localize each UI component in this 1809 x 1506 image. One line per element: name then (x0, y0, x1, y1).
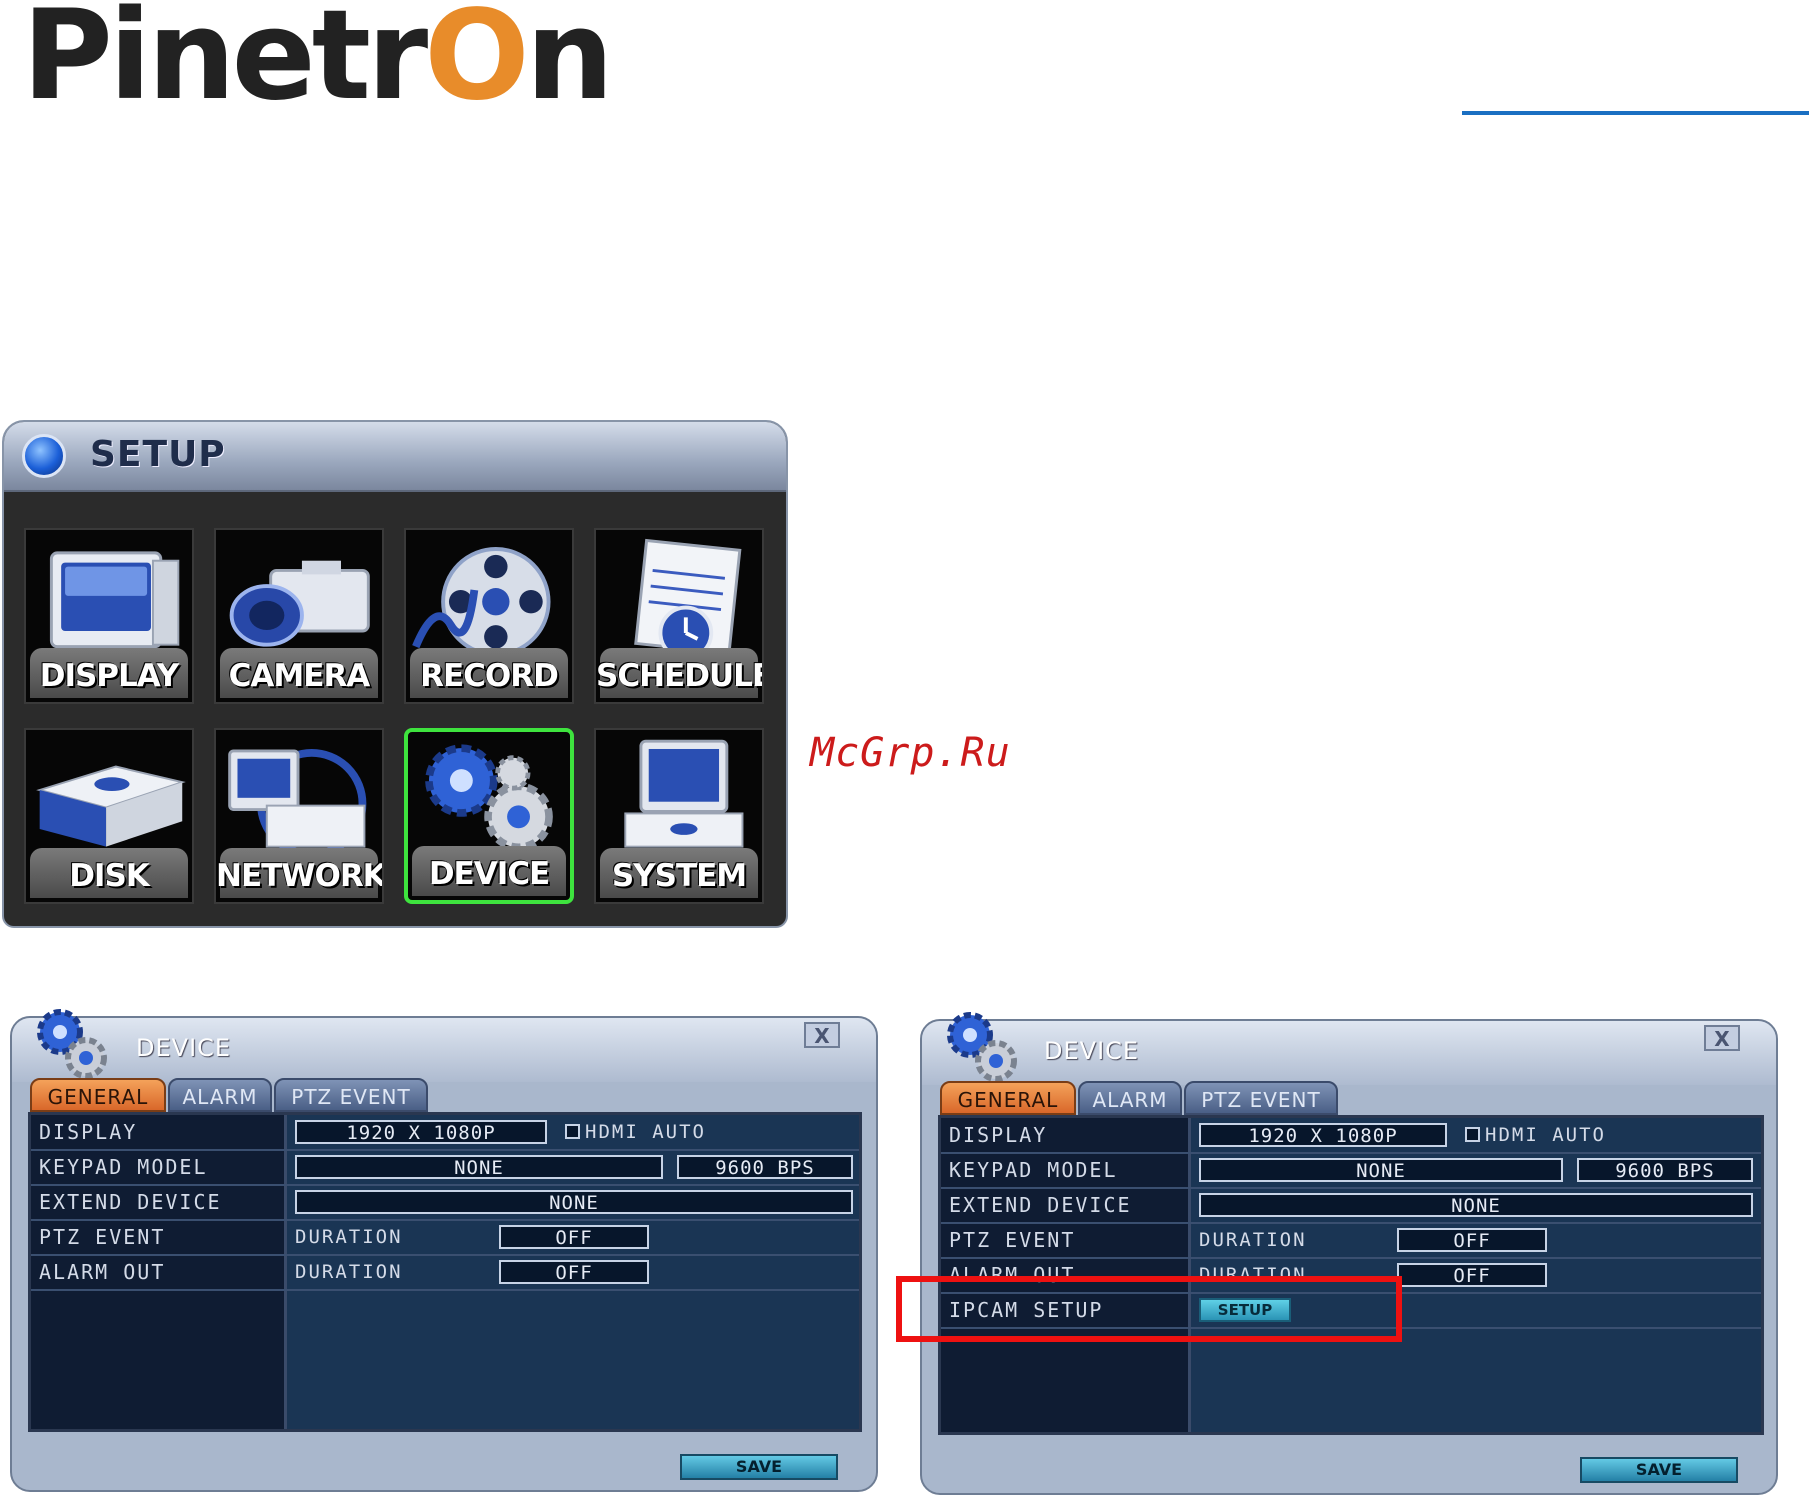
pinetron-logo: PinetrOn (22, 0, 614, 128)
device-general-panel: DISPLAY 1920 X 1080P HDMI AUTO KEYPAD MO… (28, 1112, 862, 1432)
device-general-panel: DISPLAY 1920 X 1080P HDMI AUTO KEYPAD MO… (938, 1115, 1764, 1435)
setup-tile-record[interactable]: RECORD (404, 528, 574, 704)
extend-device-select[interactable]: NONE (295, 1190, 853, 1214)
gears-icon (425, 744, 553, 852)
tab-ptz-event[interactable]: PTZ EVENT (274, 1078, 428, 1112)
ptz-event-label: PTZ EVENT (39, 1225, 166, 1249)
tab-alarm[interactable]: ALARM (1078, 1081, 1182, 1115)
extend-device-label: EXTEND DEVICE (39, 1190, 222, 1214)
setup-tile-label: SCHEDULE (596, 658, 764, 694)
hdmi-auto-checkbox[interactable] (565, 1124, 580, 1139)
hdmi-auto-checkbox[interactable] (1465, 1127, 1480, 1142)
setup-tile-display[interactable]: DISPLAY (24, 528, 194, 704)
ptz-duration-label: DURATION (1199, 1229, 1307, 1251)
save-button[interactable]: SAVE (1580, 1457, 1738, 1483)
ipcam-setup-highlight (896, 1276, 1402, 1342)
hard-disk-icon (36, 765, 186, 847)
save-button[interactable]: SAVE (680, 1454, 838, 1480)
ptz-event-label: PTZ EVENT (949, 1228, 1076, 1252)
film-reel-icon (412, 547, 551, 650)
device-title: DEVICE (136, 1034, 232, 1062)
setup-tile-label: DISPLAY (39, 658, 180, 694)
display-label: DISPLAY (39, 1120, 138, 1144)
setup-tile-network[interactable]: NETWORK (214, 728, 384, 904)
display-resolution-select[interactable]: 1920 X 1080P (1199, 1123, 1447, 1147)
setup-tile-label: RECORD (420, 658, 559, 694)
setup-tile-schedule[interactable]: SCHEDULE (594, 528, 764, 704)
setup-tile-camera[interactable]: CAMERA (214, 528, 384, 704)
tab-ptz-event[interactable]: PTZ EVENT (1184, 1081, 1338, 1115)
ptz-duration-select[interactable]: OFF (1397, 1228, 1547, 1252)
device-window-right: DEVICE X GENERAL ALARM PTZ EVENT DISPLAY… (920, 1012, 1778, 1495)
device-title: DEVICE (1044, 1037, 1140, 1065)
close-button[interactable]: X (804, 1022, 840, 1048)
alarm-duration-label: DURATION (295, 1261, 403, 1283)
extend-device-label: EXTEND DEVICE (949, 1193, 1132, 1217)
display-label: DISPLAY (949, 1123, 1048, 1147)
tab-general[interactable]: GENERAL (940, 1081, 1076, 1115)
setup-tile-label: DEVICE (428, 856, 550, 892)
display-resolution-select[interactable]: 1920 X 1080P (295, 1120, 547, 1144)
alarm-duration-select[interactable]: OFF (1397, 1263, 1547, 1287)
ptz-duration-select[interactable]: OFF (499, 1225, 649, 1249)
setup-tile-label: SYSTEM (611, 858, 747, 894)
hdmi-auto-label: HDMI AUTO (1485, 1124, 1606, 1146)
tab-alarm[interactable]: ALARM (168, 1078, 272, 1112)
gears-icon (947, 1012, 1017, 1082)
computer-icon (624, 739, 744, 848)
hdmi-auto-label: HDMI AUTO (585, 1121, 706, 1143)
ptz-duration-label: DURATION (295, 1226, 403, 1248)
extend-device-select[interactable]: NONE (1199, 1193, 1753, 1217)
setup-tile-label: DISK (69, 858, 150, 894)
alarm-out-label: ALARM OUT (39, 1260, 166, 1284)
setup-window: SETUP DISPLAY CAMERA RECORD SCHEDULE DIS… (2, 420, 788, 928)
tab-general[interactable]: GENERAL (30, 1078, 166, 1112)
header-rule (1462, 111, 1809, 115)
camera-icon (229, 560, 370, 647)
calendar-clock-icon (634, 538, 742, 650)
keypad-baud-select[interactable]: 9600 BPS (677, 1155, 853, 1179)
keypad-model-label: KEYPAD MODEL (39, 1155, 208, 1179)
keypad-model-label: KEYPAD MODEL (949, 1158, 1118, 1182)
keypad-model-select[interactable]: NONE (295, 1155, 663, 1179)
setup-tile-device[interactable]: DEVICE (404, 728, 574, 904)
setup-title: SETUP (90, 434, 226, 475)
alarm-duration-select[interactable]: OFF (499, 1260, 649, 1284)
keypad-baud-select[interactable]: 9600 BPS (1577, 1158, 1753, 1182)
watermark: McGrp.Ru (810, 730, 1011, 776)
setup-tile-system[interactable]: SYSTEM (594, 728, 764, 904)
device-window-left: DEVICE X GENERAL ALARM PTZ EVENT DISPLAY… (10, 1009, 878, 1492)
monitor-icon (49, 551, 180, 649)
setup-title-bar: SETUP (4, 422, 786, 492)
network-icon (228, 749, 367, 850)
close-button[interactable]: X (1704, 1025, 1740, 1051)
keypad-model-select[interactable]: NONE (1199, 1158, 1563, 1182)
setup-tile-label: CAMERA (228, 658, 371, 694)
setup-orb-icon (22, 434, 66, 478)
setup-tile-disk[interactable]: DISK (24, 728, 194, 904)
gears-icon (37, 1009, 107, 1079)
setup-tile-label: NETWORK (216, 858, 384, 894)
